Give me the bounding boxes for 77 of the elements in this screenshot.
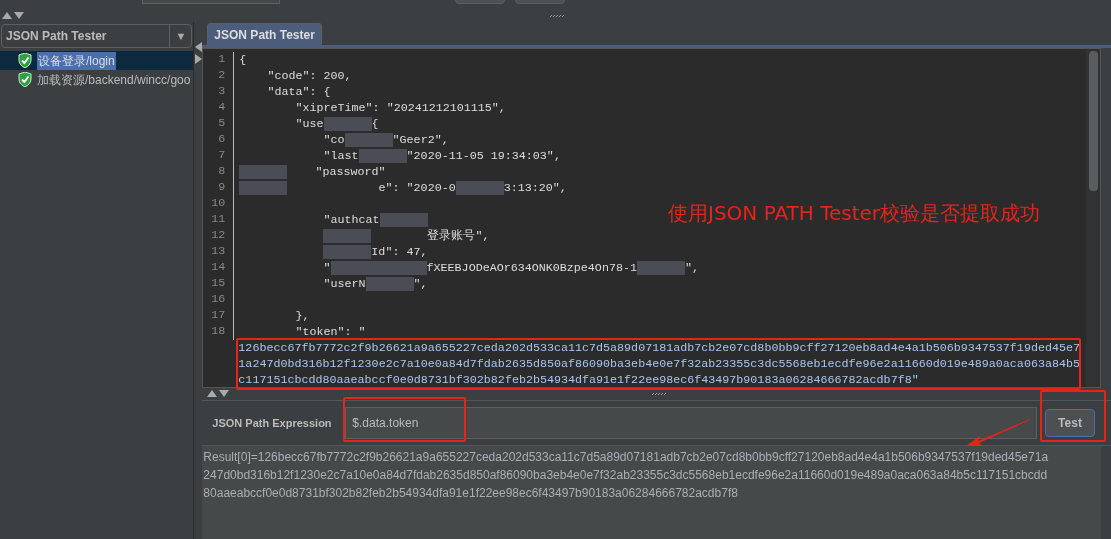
tree-item[interactable]: 加载资源/backend/wincc/goo <box>37 70 191 89</box>
code-text: "userN <box>322 276 366 292</box>
code-text: 登录账号", <box>426 228 490 244</box>
redaction-block <box>323 245 372 259</box>
redaction-block <box>239 165 288 179</box>
expression-label: JSON Path Expression <box>212 415 333 431</box>
dropdown[interactable]: JSON Path Tester ▼ <box>1 24 193 48</box>
line-number: 6 <box>217 131 227 149</box>
line-number: 10 <box>210 195 227 213</box>
line-number: 5 <box>217 115 227 133</box>
line-number: 14 <box>210 259 227 277</box>
test-button[interactable]: Test <box>1045 409 1095 437</box>
line-number: 4 <box>217 99 227 117</box>
code-text: Id": 47, <box>371 244 428 260</box>
code-text: " <box>322 260 331 276</box>
shield-check-icon <box>18 72 32 87</box>
dropdown-label: JSON Path Tester <box>5 28 108 45</box>
annotation-text: 使用JSON PATH Tester校验是否提取成功 <box>668 200 1041 227</box>
arrow-icon <box>966 419 1030 447</box>
code-text: "2020-11-05 19:34:03", <box>406 148 561 164</box>
code-text: "last <box>322 148 359 164</box>
line-number: 3 <box>217 83 227 101</box>
redaction-block <box>323 229 372 243</box>
code-text: 1a247d0bd316b12f1230e2c7a10e0a84d7fdab2635d850af86090ba3eb4e0e7f32ab23355c3dc5568eb1ecdfe96e2a11660d019e489a0aca063a84b5 <box>238 356 1080 372</box>
splitter-arrows-icon[interactable] <box>207 390 230 397</box>
redaction-block <box>378 261 427 275</box>
splitter-arrows-icon[interactable] <box>2 12 24 19</box>
line-number: 17 <box>210 307 227 325</box>
code-text: c117151cbcdd80aaeabccf0e0d8731bf302b82feb2b54934dfa91e1f22ee98ec6f43497b90183a06284666782acdb7f8" <box>238 372 920 387</box>
code-text: "co <box>322 132 345 148</box>
splitter-arrows-icon[interactable] <box>194 42 202 64</box>
line-number: 9 <box>217 179 227 197</box>
code-text: ", <box>413 276 428 292</box>
grip-icon[interactable] <box>652 392 669 396</box>
code-text: }, <box>294 308 310 324</box>
code-text: "password" <box>314 164 386 180</box>
redaction-block <box>344 133 393 147</box>
code-text: "xipreTime": "20241212101115", <box>294 100 506 116</box>
code-text: { <box>371 116 379 132</box>
line-number: 7 <box>217 147 227 165</box>
scrollbar[interactable] <box>1086 49 1100 387</box>
code-text: "use <box>294 116 324 132</box>
redaction-block <box>358 149 407 163</box>
code-text: 126becc67fb7772c2f9b26621a9a655227ceda202d533ca11c7d5a89d07181adb7cb2e07cd8b0bb9cff27120eb8ad4e4a1b506b9347537f19ded45e7 <box>238 340 1080 356</box>
code-text: "data": { <box>266 84 331 100</box>
line-number: 1 <box>217 51 227 69</box>
redaction-block <box>455 181 504 195</box>
line-number: 12 <box>210 227 227 245</box>
redaction-block <box>323 117 372 131</box>
redaction-block <box>239 181 288 195</box>
scrollbar-thumb[interactable] <box>1088 51 1098 191</box>
line-number: 16 <box>210 291 227 309</box>
code-text: ", <box>684 260 699 276</box>
line-number: 15 <box>210 275 227 293</box>
code-text: "Geer2", <box>392 132 449 148</box>
redaction-block <box>330 261 379 275</box>
expression-field[interactable]: $.data.token <box>345 407 1037 439</box>
line-number: 8 <box>217 163 227 181</box>
line-number: 11 <box>210 211 227 229</box>
code-text: fXEEBJODeAOr634ONK0Bzpe4On78-1 <box>426 260 637 276</box>
code-text: "token": " <box>294 324 366 340</box>
code-text: { <box>239 52 247 68</box>
code-text: e": "2020-0 <box>377 180 456 196</box>
line-number: 2 <box>217 67 227 85</box>
code-text: "authcat <box>322 212 380 228</box>
result-area: Result[0]=126becc67fb7772c2f9b26621a9a655227ceda202d533ca11c7d5a89d07181adb7cb2e07cd8b0bb9cff27120eb8ad4e4a1b506b9347537f19ded45e71a 247d0bd316b12f1230e2c7a10e0a84d7fdab2635d850af86090ba3eb4e0e7f32ab23355c3dc5568eb1ecdfe96e2a11660d019e489a0aca063a84b5c117151cbcdd 80aaeabccf0e0d8731bf302b82feb2b54934dfa91e1f22ee98ec6f43497b90183a06284666782acdb7f8 <box>202 446 1101 539</box>
code-text: "code": 200, <box>266 68 352 84</box>
code-text: 3:13:20", <box>503 180 567 196</box>
tab[interactable]: JSON Path Tester <box>207 23 322 45</box>
redaction-block <box>379 213 428 227</box>
grip-icon[interactable] <box>550 14 566 18</box>
shield-check-icon <box>18 53 32 68</box>
line-number: 13 <box>210 243 227 261</box>
line-number: 18 <box>210 323 227 341</box>
redaction-block <box>365 277 414 291</box>
tree-item[interactable]: 设备登录/login <box>37 51 116 70</box>
redaction-block <box>636 261 685 275</box>
